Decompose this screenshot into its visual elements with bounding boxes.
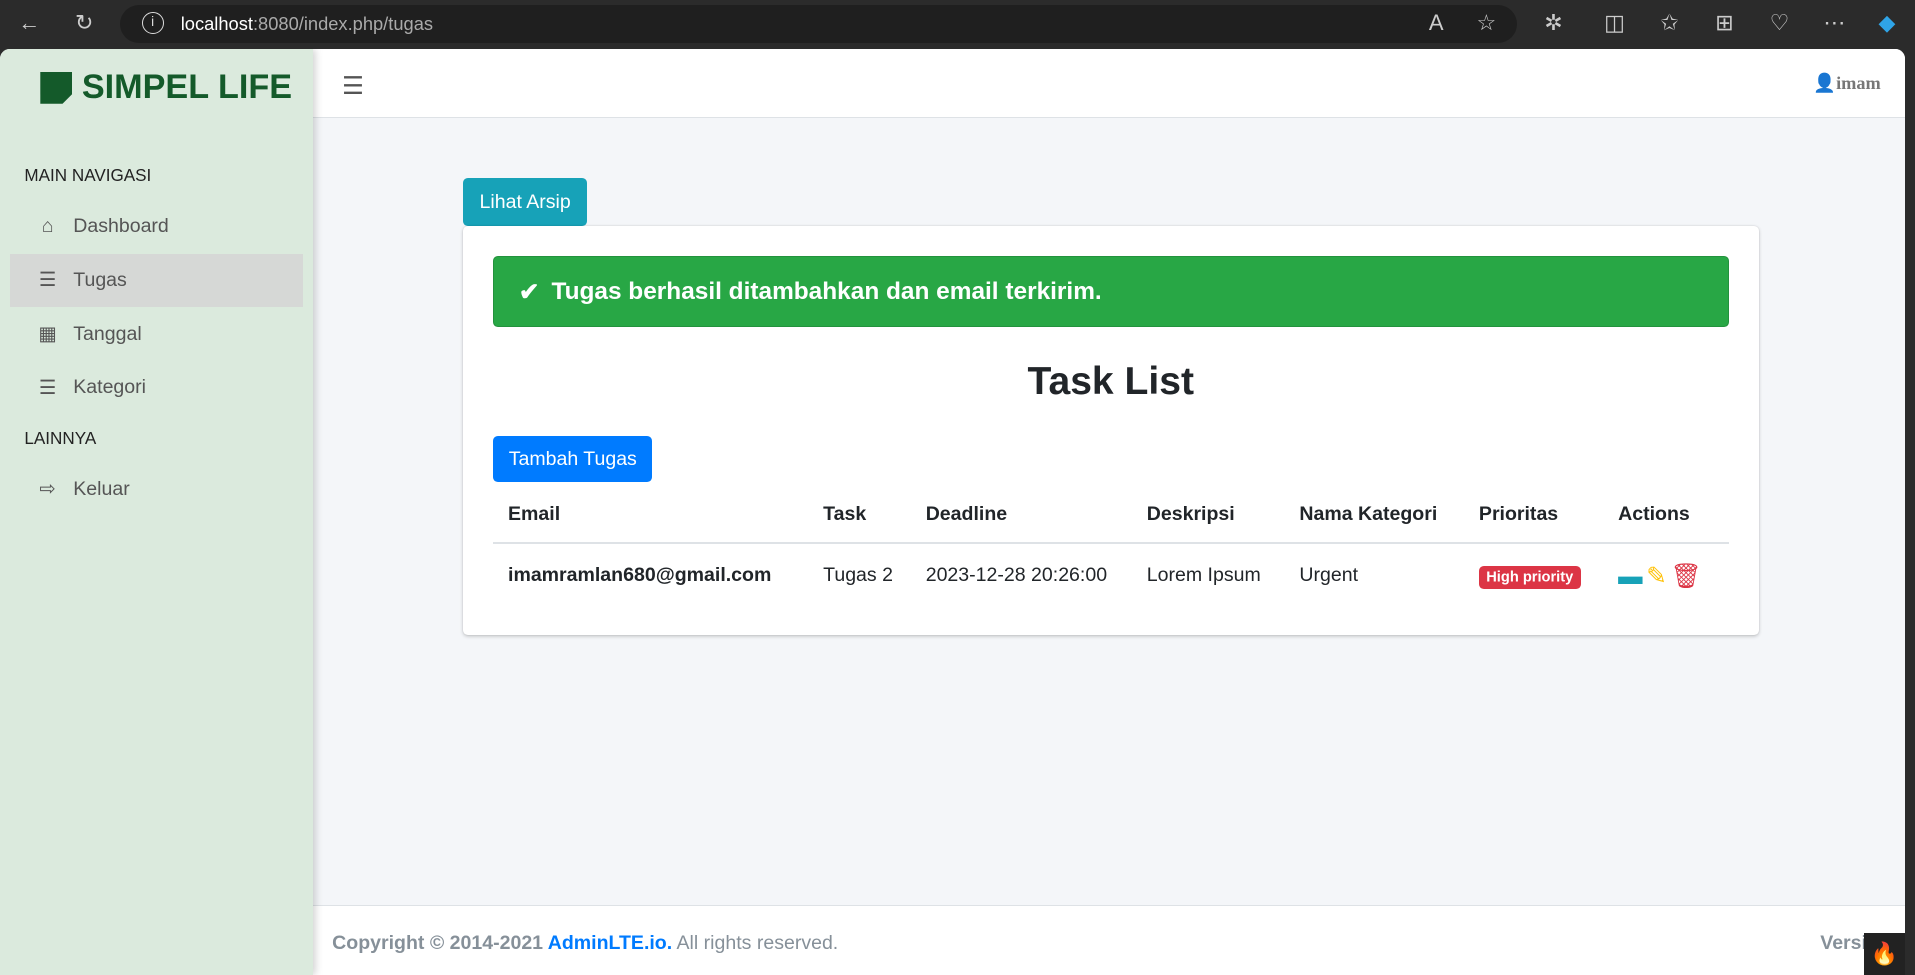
- extensions-icon[interactable]: ✲: [1539, 10, 1568, 36]
- sign-out-icon: ⇨: [39, 478, 56, 501]
- archive-icon[interactable]: ▬: [1618, 563, 1642, 591]
- note-icon: [40, 72, 73, 104]
- user-name: imam: [1836, 73, 1881, 94]
- brand-text: SIMPEL LIFE: [81, 68, 293, 107]
- col-task: Task: [808, 487, 912, 545]
- menu-toggle-icon[interactable]: ☰: [342, 71, 364, 101]
- priority-badge: High priority: [1478, 565, 1581, 589]
- cell-deskripsi: Lorem Ipsum: [1146, 564, 1261, 587]
- section-other: LAINNYA: [24, 428, 97, 448]
- url-host: localhost: [180, 13, 253, 35]
- task-table: Email Task Deadline Deskripsi Nama Kateg…: [493, 487, 1730, 607]
- user-menu[interactable]: 👤imam: [1813, 73, 1881, 94]
- table-icon: ▦: [38, 323, 57, 345]
- sidebar: SIMPEL LIFE MAIN NAVIGASI ⌂ Dashboard ☰ Tu…: [0, 48, 313, 975]
- trash-icon[interactable]: 🗑: [1670, 561, 1701, 591]
- tambah-tugas-button[interactable]: Tambah Tugas: [493, 435, 653, 483]
- url-path: :8080/index.php/tugas: [252, 13, 434, 35]
- page-title: Task List: [1027, 360, 1195, 404]
- nav-label: Tugas: [73, 268, 127, 291]
- sidebar-item-dashboard[interactable]: ⌂ Dashboard: [10, 200, 303, 253]
- col-deadline: Deadline: [911, 487, 1133, 545]
- sidebar-item-tugas[interactable]: ☰ Tugas: [9, 254, 303, 307]
- lihat-arsip-button[interactable]: Lihat Arsip: [462, 178, 588, 226]
- sidebar-item-keluar[interactable]: ⇨ Keluar: [10, 463, 303, 516]
- flame-icon[interactable]: 🔥: [1863, 933, 1906, 975]
- nav-label: Kategori: [73, 376, 146, 399]
- address-bar[interactable]: i localhost:8080/index.php/tugas A ☆: [119, 4, 1517, 43]
- info-icon[interactable]: i: [141, 12, 164, 35]
- copilot-icon[interactable]: ◆: [1872, 10, 1901, 36]
- cell-task: Tugas 2: [823, 564, 893, 587]
- nav-label: Dashboard: [73, 215, 169, 238]
- alert-text: Tugas berhasil ditambahkan dan email ter…: [551, 277, 1102, 305]
- table-row: imamramlan680@gmail.com Tugas 2 2023-12-…: [493, 543, 1729, 607]
- cell-kategori: Urgent: [1299, 564, 1359, 587]
- list-icon: ☰: [38, 376, 57, 399]
- col-actions: Actions: [1603, 487, 1730, 545]
- star-icon[interactable]: ☆: [1472, 10, 1501, 36]
- sidebar-item-tanggal[interactable]: ▦ Tanggal: [10, 308, 303, 361]
- read-aloud-icon[interactable]: A: [1422, 10, 1451, 36]
- col-email: Email: [493, 487, 809, 545]
- split-screen-icon[interactable]: ◫: [1600, 10, 1629, 36]
- cell-email: imamramlan680@gmail.com: [508, 564, 772, 587]
- favorites-icon[interactable]: ✩: [1655, 10, 1684, 36]
- copyright-text: Copyright © 2014-2021: [332, 931, 548, 954]
- rights-text: All rights reserved.: [672, 931, 839, 954]
- section-main-nav: MAIN NAVIGASI: [24, 166, 152, 186]
- top-navbar: ☰ 👤imam: [312, 48, 1906, 119]
- col-prioritas: Prioritas: [1464, 487, 1604, 545]
- col-kategori: Nama Kategori: [1284, 487, 1465, 545]
- tasks-icon: ☰: [38, 269, 57, 292]
- home-icon: ⌂: [41, 215, 54, 238]
- task-card: ✔ Tugas berhasil ditambahkan dan email te…: [462, 225, 1759, 636]
- nav-label: Tanggal: [73, 322, 142, 345]
- col-deskripsi: Deskripsi: [1132, 487, 1285, 545]
- more-icon[interactable]: ⋯: [1820, 10, 1849, 36]
- collections-icon[interactable]: ⊞: [1710, 10, 1739, 36]
- adminlte-link[interactable]: AdminLTE.io.: [548, 932, 672, 954]
- cell-deadline: 2023-12-28 20:26:00: [925, 564, 1108, 587]
- nav-label: Keluar: [73, 477, 130, 500]
- sidebar-item-kategori[interactable]: ☰ Kategori: [10, 361, 303, 414]
- browser-toolbar: ← ↻ i localhost:8080/index.php/tugas A ☆…: [0, 0, 1915, 49]
- footer: Copyright © 2014-2021 AdminLTE.io. All r…: [312, 904, 1906, 975]
- reload-icon[interactable]: ↻: [70, 10, 99, 36]
- edit-icon[interactable]: ✎: [1646, 561, 1666, 591]
- back-icon[interactable]: ←: [15, 10, 44, 36]
- check-icon: ✔: [518, 278, 540, 306]
- health-icon[interactable]: ♡: [1765, 10, 1794, 36]
- success-alert: ✔ Tugas berhasil ditambahkan dan email te…: [493, 256, 1730, 328]
- brand-logo[interactable]: SIMPEL LIFE: [40, 68, 292, 107]
